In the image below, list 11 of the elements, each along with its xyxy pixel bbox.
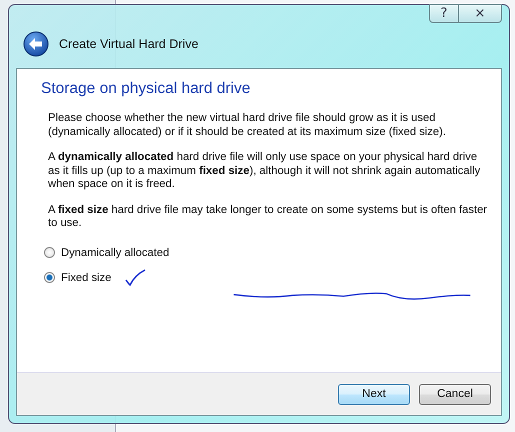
radio-option[interactable]: Fixed size	[44, 268, 148, 286]
window-title: Create Virtual Hard Drive	[59, 36, 198, 50]
close-button[interactable]: ×	[459, 4, 502, 23]
description-paragraph: A fixed size hard drive file may take longer to create on some systems but is often faster to use.	[48, 204, 488, 230]
description-paragraph: Please choose whether the new virtual hard drive file should grow as it is used (dynamically allocated) or if it should be created at its maximum size (fixed size).	[48, 112, 447, 139]
description-paragraph: A dynamically allocated hard drive file will only use space on your physical hard drive as it fills up (up to a maximum fixed size), although it will not shrink again automatically when space on it is freed.	[48, 151, 482, 192]
help-button[interactable]: ?	[429, 4, 459, 23]
radio-option[interactable]: Dynamically allocated	[44, 246, 170, 258]
page-heading: Storage on physical hard drive	[41, 80, 252, 98]
cancel-button[interactable]: Cancel	[419, 384, 491, 404]
next-button[interactable]: Next	[338, 384, 410, 404]
